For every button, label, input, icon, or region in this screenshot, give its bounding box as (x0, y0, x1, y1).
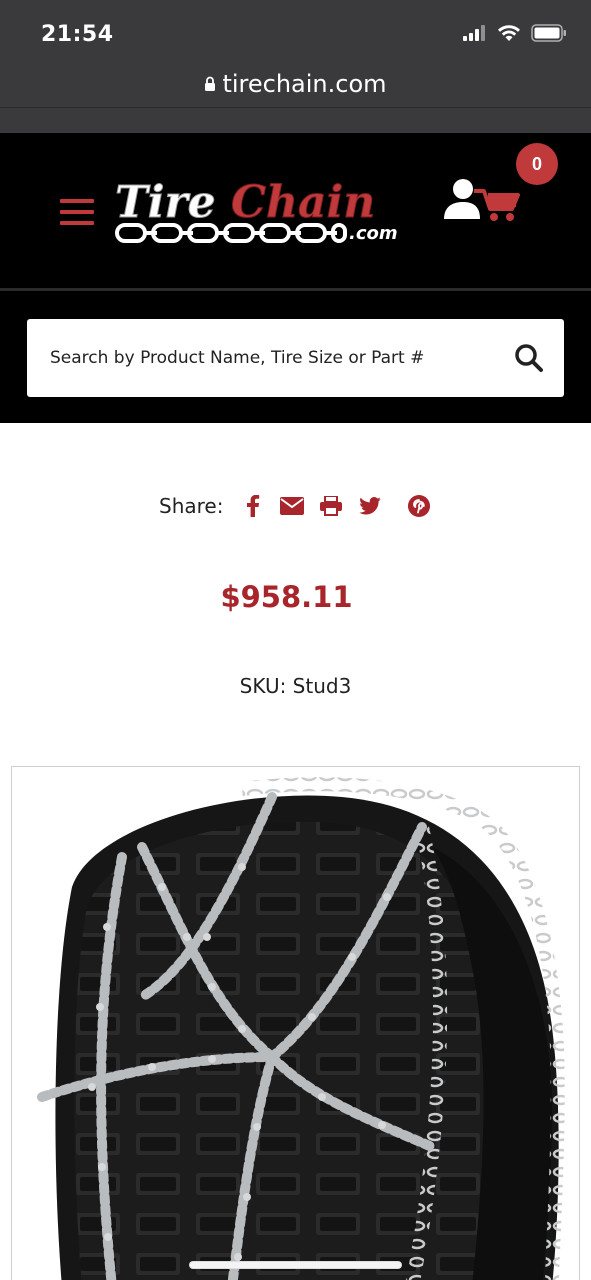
product-title-fragment: Chains (228, 397, 363, 423)
product-image-frame[interactable] (11, 766, 580, 1280)
battery-icon (531, 24, 566, 42)
share-label: Share: (159, 494, 224, 518)
search-icon (515, 344, 543, 372)
page: 21:54 tirechain.com Tire Chain .com 0 Se… (0, 0, 591, 1280)
search-bar (27, 319, 564, 397)
product-price: $958.11 (220, 580, 353, 614)
title-clip-mask (0, 423, 591, 437)
tirechain-logo[interactable]: Tire Chain .com (113, 173, 413, 249)
logo-text-chain: Chain (231, 177, 375, 228)
hamburger-menu-icon[interactable] (60, 199, 94, 225)
wifi-icon (498, 25, 520, 41)
share-row: Share: (159, 490, 446, 522)
url-text: tirechain.com (222, 70, 387, 98)
cart-count-badge[interactable]: 0 (516, 143, 558, 185)
status-icons (463, 24, 567, 42)
address-bar[interactable]: tirechain.com (0, 60, 591, 108)
twitter-icon[interactable] (358, 494, 382, 518)
pinterest-icon[interactable] (407, 494, 431, 518)
email-icon[interactable] (280, 494, 305, 518)
status-time: 21:54 (41, 22, 114, 47)
search-input[interactable] (27, 319, 494, 397)
logo-text-com: .com (349, 223, 398, 244)
product-title-partial: Chains (0, 393, 591, 423)
product-sku: SKU: Stud3 (239, 674, 352, 698)
header-divider (0, 288, 591, 291)
site-header: Tire Chain .com 0 Search by Product Name… (0, 133, 591, 423)
cellular-signal-icon (463, 25, 485, 41)
user-cart-icon[interactable] (444, 177, 524, 227)
print-icon[interactable] (319, 494, 343, 518)
studded-tire-chain-image[interactable] (12, 767, 580, 1280)
logo-text-tire: Tire (115, 177, 216, 228)
facebook-icon[interactable] (241, 494, 265, 518)
lock-icon (205, 76, 216, 91)
home-indicator[interactable] (190, 1262, 401, 1268)
search-button[interactable] (494, 319, 564, 397)
status-bar: 21:54 (0, 0, 591, 66)
browser-toolbar-separator (0, 107, 591, 133)
